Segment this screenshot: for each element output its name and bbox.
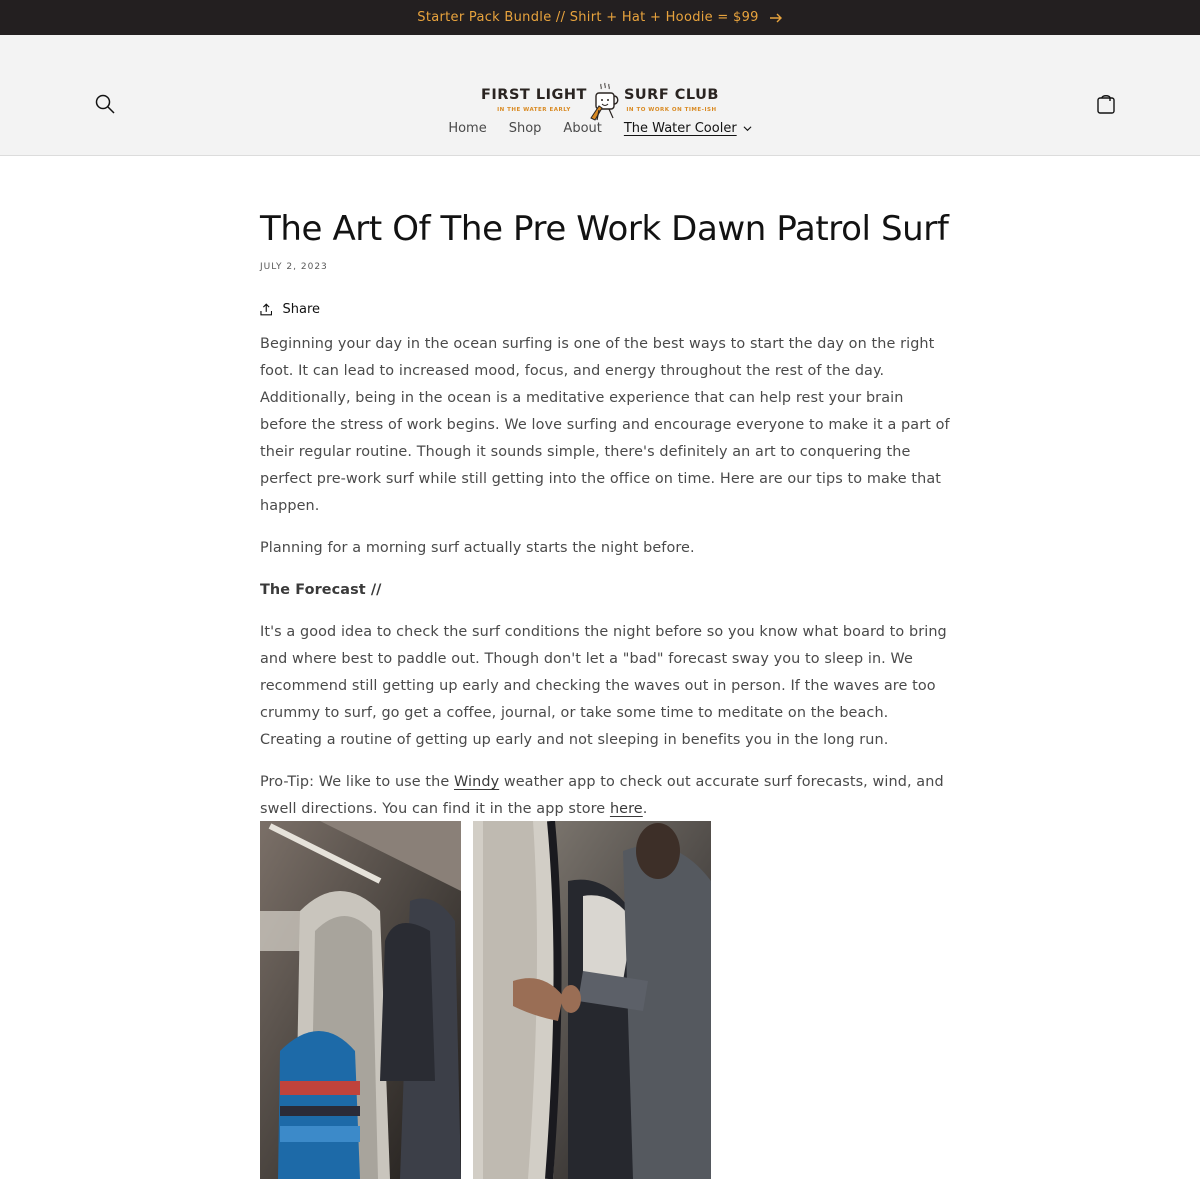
chevron-down-icon (743, 125, 752, 131)
paragraph: Planning for a morning surf actually sta… (260, 540, 695, 556)
coffee-mug-surfboard-icon (590, 82, 619, 121)
share-icon (260, 303, 273, 316)
logo-right-sub: IN TO WORK ON TIME-ISH (626, 107, 717, 113)
article-photos (260, 821, 711, 1179)
windy-link[interactable]: Windy (454, 774, 499, 790)
cart-button[interactable] (1095, 93, 1117, 115)
logo-left: FIRST LIGHT IN THE WATER EARLY (481, 86, 587, 113)
photo-surfboards-garage (260, 821, 461, 1179)
paragraph: It's a good idea to check the surf condi… (260, 624, 947, 748)
announcement-bar: Starter Pack Bundle // Shirt + Hat + Hoo… (0, 0, 1200, 35)
nav-item-about[interactable]: About (563, 118, 601, 138)
logo-left-main: FIRST LIGHT (481, 87, 587, 103)
text-span: . (642, 801, 648, 817)
text-span: Pro-Tip: We like to use the (260, 774, 454, 790)
article-title: The Art Of The Pre Work Dawn Patrol Surf (260, 209, 949, 249)
search-button[interactable] (94, 93, 116, 115)
board-bag-photo-image (473, 821, 711, 1179)
article: The Art Of The Pre Work Dawn Patrol Surf… (260, 204, 950, 838)
share-button[interactable]: Share (260, 302, 320, 317)
announcement-link[interactable]: Starter Pack Bundle // Shirt + Hat + Hoo… (417, 10, 782, 25)
share-label: Share (282, 302, 320, 317)
photo-surfer-with-board-bag (473, 821, 711, 1179)
announcement-text: Starter Pack Bundle // Shirt + Hat + Hoo… (417, 10, 759, 25)
article-date: JULY 2, 2023 (260, 262, 328, 272)
nav-item-home[interactable]: Home (448, 118, 486, 138)
logo-right: SURF CLUB IN TO WORK ON TIME-ISH (624, 86, 719, 113)
nav-item-label: About (563, 120, 602, 136)
nav-item-label: The Water Cooler (623, 120, 737, 136)
nav-item-shop[interactable]: Shop (509, 118, 542, 138)
surfboards-photo-image (260, 821, 461, 1179)
search-icon (95, 94, 115, 114)
article-body: Beginning your day in the ocean surfing … (260, 331, 950, 823)
cart-icon (1097, 95, 1115, 114)
nav-item-label: Shop (508, 120, 542, 136)
nav-item-water-cooler[interactable]: The Water Cooler (624, 118, 752, 138)
logo-right-main: SURF CLUB (623, 87, 719, 103)
nav-item-label: Home (448, 120, 487, 136)
app-store-link[interactable]: here (610, 801, 643, 817)
logo-left-sub: IN THE WATER EARLY (497, 107, 571, 113)
paragraph-pro-tip: Pro-Tip: We like to use the Windy weathe… (260, 769, 950, 823)
arrow-right-icon (769, 13, 782, 22)
main-nav: Home Shop About The Water Cooler (0, 118, 1200, 138)
paragraph: Beginning your day in the ocean surfing … (260, 336, 950, 514)
section-heading: The Forecast // (260, 582, 382, 598)
